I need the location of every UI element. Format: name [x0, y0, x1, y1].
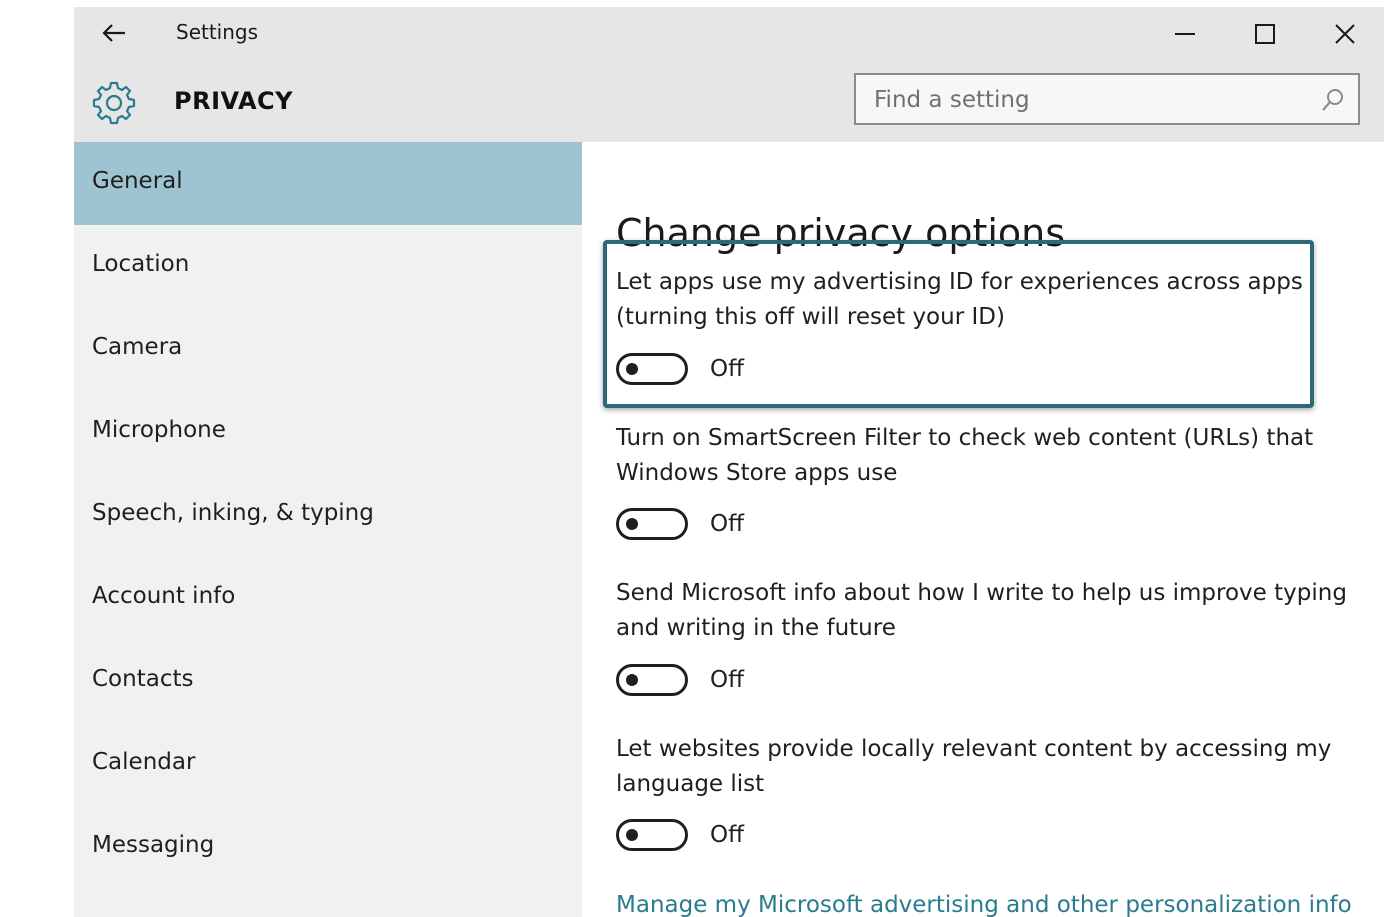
setting-description: Let websites provide locally relevant co… — [616, 736, 1332, 797]
sidebar-item-contacts[interactable]: Contacts — [74, 640, 582, 723]
setting-language-list: Let websites provide locally relevant co… — [616, 732, 1366, 851]
search-icon[interactable] — [1320, 87, 1346, 113]
sidebar-item-camera[interactable]: Camera — [74, 308, 582, 391]
toggle-state-label: Off — [710, 511, 744, 537]
minimize-icon — [1175, 33, 1195, 35]
back-button[interactable] — [96, 15, 132, 51]
sidebar-item-speech-inking-typing[interactable]: Speech, inking, & typing — [74, 474, 582, 557]
advertising-id-toggle[interactable] — [616, 353, 688, 385]
sidebar-item-label: Contacts — [92, 666, 194, 692]
page-header-title: PRIVACY — [174, 87, 294, 115]
toggle-row: Off — [616, 816, 744, 854]
window-title: Settings — [176, 20, 259, 44]
title-bar: Settings PRIVACY — [74, 7, 1384, 142]
setting-description: Turn on SmartScreen Filter to check web … — [616, 425, 1314, 486]
setting-advertising-id: Let apps use my advertising ID for exper… — [616, 265, 1366, 385]
sidebar-item-label: Account info — [92, 583, 236, 609]
setting-description: Let apps use my advertising ID for exper… — [616, 269, 1303, 330]
maximize-icon — [1255, 24, 1275, 44]
gear-icon — [92, 81, 136, 125]
minimize-button[interactable] — [1162, 12, 1208, 56]
sidebar-item-label: Messaging — [92, 832, 215, 858]
smartscreen-toggle[interactable] — [616, 508, 688, 540]
toggle-row: Off — [616, 505, 744, 543]
settings-window: Settings PRIVACY Find a setting General … — [74, 7, 1384, 917]
sidebar-item-label: Speech, inking, & typing — [92, 500, 374, 526]
setting-description: Send Microsoft info about how I write to… — [616, 580, 1347, 641]
main-content: Change privacy options Let apps use my a… — [582, 142, 1384, 917]
toggle-knob — [626, 829, 638, 841]
sidebar-item-general[interactable]: General — [74, 142, 582, 225]
search-box[interactable] — [854, 73, 1360, 125]
search-input[interactable] — [872, 83, 1316, 117]
toggle-state-label: Off — [710, 667, 744, 693]
toggle-knob — [626, 518, 638, 530]
toggle-state-label: Off — [710, 822, 744, 848]
toggle-state-label: Off — [710, 356, 744, 382]
close-icon — [1335, 24, 1355, 44]
sidebar-item-label: General — [92, 168, 183, 194]
sidebar-item-label: Location — [92, 251, 190, 277]
desktop-background — [0, 0, 74, 917]
sidebar-item-label: Microphone — [92, 417, 226, 443]
toggle-row: Off — [616, 350, 744, 388]
setting-smartscreen-filter: Turn on SmartScreen Filter to check web … — [616, 421, 1366, 540]
language-list-toggle[interactable] — [616, 819, 688, 851]
toggle-row: Off — [616, 661, 744, 699]
sidebar-item-location[interactable]: Location — [74, 225, 582, 308]
maximize-button[interactable] — [1242, 12, 1288, 56]
toggle-knob — [626, 363, 638, 375]
sidebar-item-calendar[interactable]: Calendar — [74, 723, 582, 806]
sidebar-item-label: Calendar — [92, 749, 196, 775]
setting-typing-info: Send Microsoft info about how I write to… — [616, 576, 1366, 696]
toggle-knob — [626, 674, 638, 686]
typing-info-toggle[interactable] — [616, 664, 688, 696]
sidebar-item-microphone[interactable]: Microphone — [74, 391, 582, 474]
sidebar-item-label: Camera — [92, 334, 183, 360]
sidebar-nav: General Location Camera Microphone Speec… — [74, 142, 582, 917]
back-arrow-icon — [102, 24, 125, 42]
manage-advertising-link[interactable]: Manage my Microsoft advertising and othe… — [616, 892, 1352, 917]
sidebar-item-messaging[interactable]: Messaging — [74, 806, 582, 889]
close-button[interactable] — [1322, 12, 1368, 56]
sidebar-item-account-info[interactable]: Account info — [74, 557, 582, 640]
